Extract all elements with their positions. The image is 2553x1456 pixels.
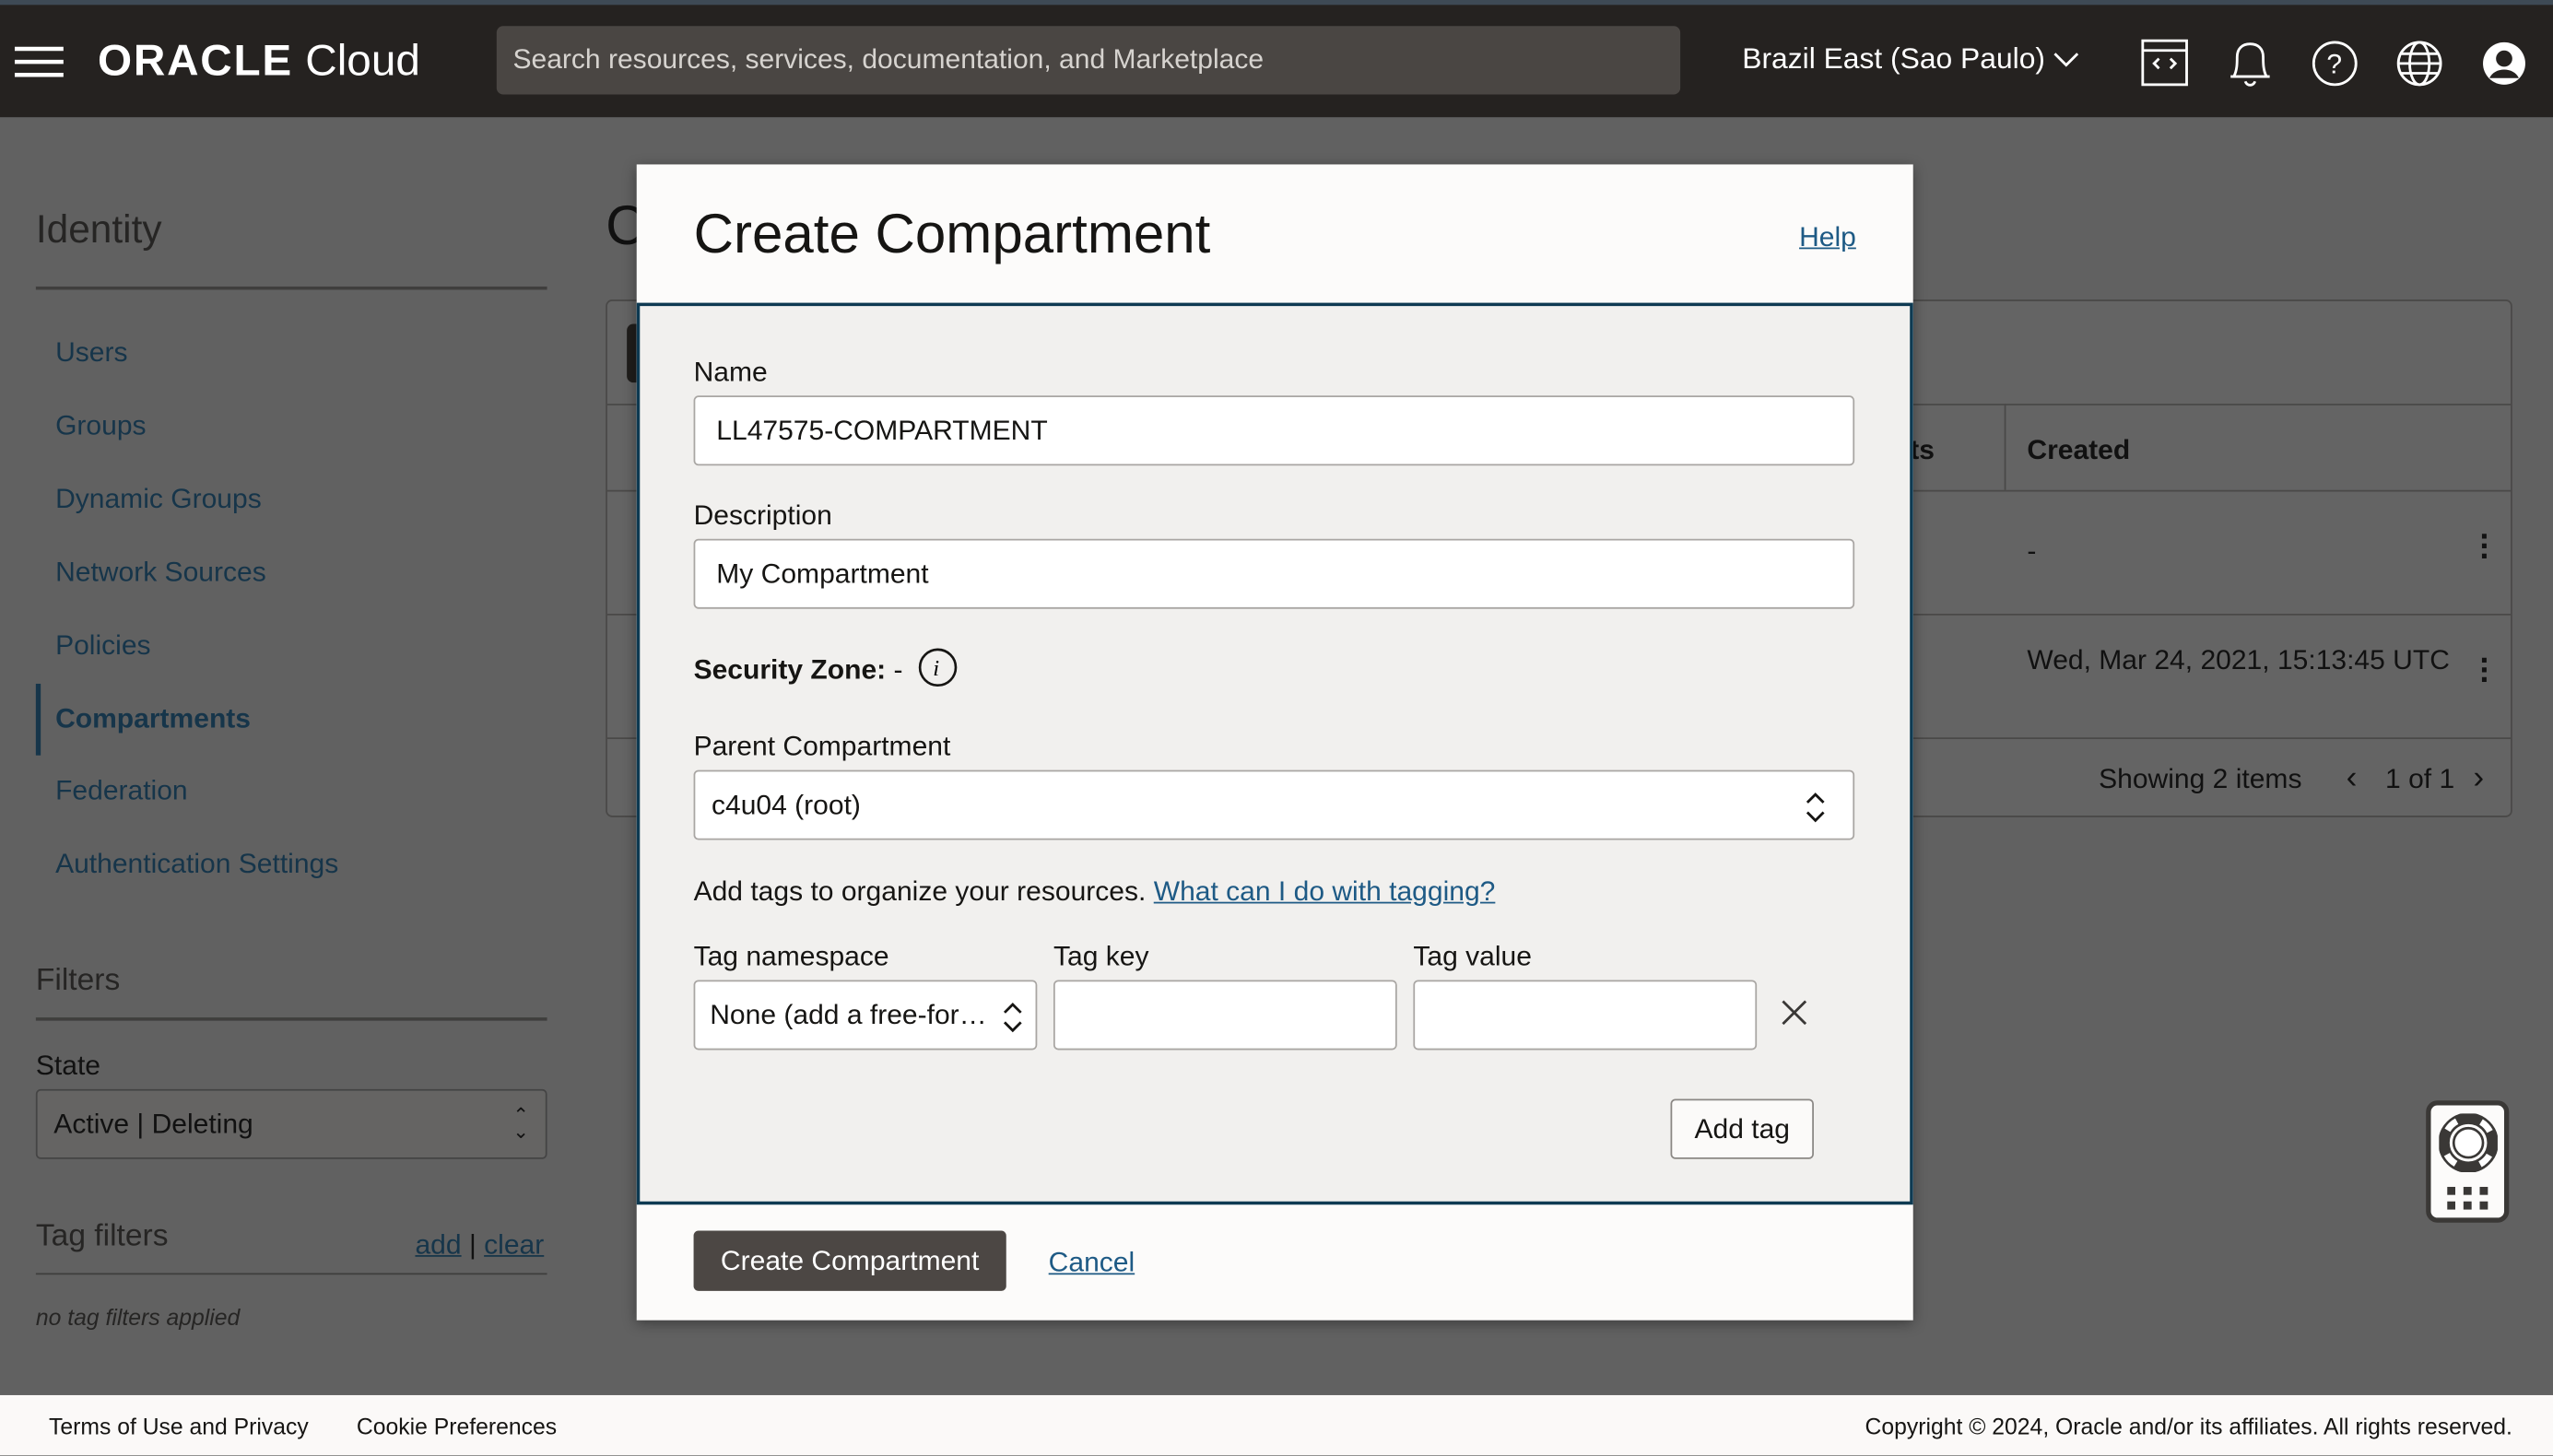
code-editor-icon[interactable] <box>2141 38 2190 87</box>
notifications-bell-icon[interactable] <box>2228 38 2273 90</box>
region-label: Brazil East (Sao Paulo) <box>1742 41 2045 76</box>
search-input[interactable]: Search resources, services, documentatio… <box>496 26 1681 95</box>
state-label: State <box>35 1050 101 1082</box>
next-page-icon[interactable]: › <box>2473 760 2484 798</box>
divider <box>35 1017 547 1021</box>
sidebar-item-federation[interactable]: Federation <box>55 775 188 807</box>
tag-namespace-value: None (add a free-for… <box>710 998 987 1030</box>
sidebar-item-dynamic-groups[interactable]: Dynamic Groups <box>55 484 262 516</box>
parent-compartment-label: Parent Compartment <box>693 731 951 762</box>
name-label: Name <box>693 356 768 388</box>
page-indicator: 1 of 1 <box>2385 763 2455 795</box>
top-bar: ORACLE Cloud Search resources, services,… <box>0 0 2553 118</box>
sidebar-item-compartments[interactable]: Compartments <box>55 703 251 735</box>
cell-created: Wed, Mar 24, 2021, 15:13:45 UTC <box>2027 644 2450 676</box>
showing-count: Showing 2 items <box>2099 763 2302 795</box>
footer: Terms of Use and Privacy Cookie Preferen… <box>0 1394 2553 1456</box>
cancel-link[interactable]: Cancel <box>1049 1247 1135 1279</box>
name-input[interactable]: LL47575-COMPARTMENT <box>693 395 1855 466</box>
description-input[interactable]: My Compartment <box>693 538 1855 609</box>
tag-key-label: Tag key <box>1053 941 1149 972</box>
updown-icon <box>1806 793 1825 823</box>
sidebar-item-authentication-settings[interactable]: Authentication Settings <box>55 848 338 880</box>
add-tag-filter-link[interactable]: add <box>415 1229 461 1261</box>
tag-key-input[interactable] <box>1053 980 1397 1051</box>
cell-created: - <box>2027 535 2037 567</box>
chevron-down-icon <box>2053 53 2079 67</box>
active-indicator <box>35 683 41 756</box>
info-icon[interactable]: i <box>917 646 959 688</box>
parent-compartment-select[interactable]: c4u04 (root) <box>693 769 1855 840</box>
dialog-body: Name LL47575-COMPARTMENT Description My … <box>636 302 1913 1205</box>
tags-info-text: Add tags to organize your resources. <box>693 875 1147 907</box>
menu-icon[interactable] <box>14 45 64 77</box>
updown-icon: ⌃ ⌄ <box>512 1103 530 1144</box>
security-zone-value: - <box>893 654 903 686</box>
create-compartment-button[interactable]: Create Compartment <box>693 1230 1006 1291</box>
region-selector[interactable]: Brazil East (Sao Paulo) <box>1742 42 2079 76</box>
row-actions-icon[interactable]: · · · <box>2480 521 2491 573</box>
help-widget[interactable] <box>2426 1100 2510 1223</box>
language-globe-icon[interactable] <box>2396 41 2445 89</box>
security-zone-label: Security Zone: <box>693 654 887 686</box>
sidebar-item-groups[interactable]: Groups <box>55 410 146 442</box>
lifebuoy-icon <box>2439 1113 2498 1172</box>
tagging-help-link[interactable]: What can I do with tagging? <box>1154 875 1496 907</box>
sidebar-item-users[interactable]: Users <box>55 337 127 370</box>
tag-namespace-select[interactable]: None (add a free-for… <box>693 980 1038 1051</box>
parent-compartment-value: c4u04 (root) <box>711 788 861 820</box>
remove-tag-icon[interactable] <box>1780 998 1809 1027</box>
updown-icon <box>1003 1002 1022 1033</box>
create-compartment-dialog: Create Compartment Help Name LL47575-COM… <box>636 164 1913 1321</box>
add-tag-button[interactable]: Add tag <box>1670 1098 1814 1159</box>
clear-tag-filter-link[interactable]: clear <box>484 1229 544 1261</box>
row-actions-icon[interactable]: · · · <box>2480 645 2491 698</box>
sidebar-item-policies[interactable]: Policies <box>55 630 151 663</box>
tag-value-label: Tag value <box>1413 941 1532 972</box>
column-header-created[interactable]: Created <box>2027 435 2130 467</box>
filters-title: Filters <box>35 963 121 998</box>
svg-text:i: i <box>933 656 939 681</box>
sidebar-title: Identity <box>35 208 162 252</box>
tag-value-input[interactable] <box>1413 980 1758 1051</box>
tag-namespace-label: Tag namespace <box>693 941 889 972</box>
prev-page-icon[interactable]: ‹ <box>2347 760 2358 798</box>
terms-link[interactable]: Terms of Use and Privacy <box>49 1413 309 1438</box>
state-value: Active | Deleting <box>53 1108 253 1139</box>
sidebar-item-network-sources[interactable]: Network Sources <box>55 557 266 589</box>
separator: | <box>468 1228 476 1261</box>
apps-grid-icon <box>2447 1186 2488 1210</box>
tag-filters-title: Tag filters <box>35 1219 169 1254</box>
user-avatar-icon[interactable] <box>2481 41 2530 89</box>
oracle-cloud-logo[interactable]: ORACLE Cloud <box>98 36 420 87</box>
divider <box>35 1273 547 1275</box>
cookie-preferences-link[interactable]: Cookie Preferences <box>357 1413 557 1438</box>
help-icon[interactable]: ? <box>2312 41 2361 89</box>
state-select[interactable]: Active | Deleting ⌃ ⌄ <box>35 1088 547 1159</box>
help-link[interactable]: Help <box>1799 221 1856 253</box>
divider <box>35 286 547 290</box>
description-label: Description <box>693 499 832 531</box>
column-header: ts <box>1910 434 1935 466</box>
no-tag-filters-text: no tag filters applied <box>35 1304 241 1331</box>
dialog-title: Create Compartment <box>693 203 1211 265</box>
copyright-text: Copyright © 2024, Oracle and/or its affi… <box>1865 1413 2512 1439</box>
svg-text:?: ? <box>2326 49 2342 79</box>
